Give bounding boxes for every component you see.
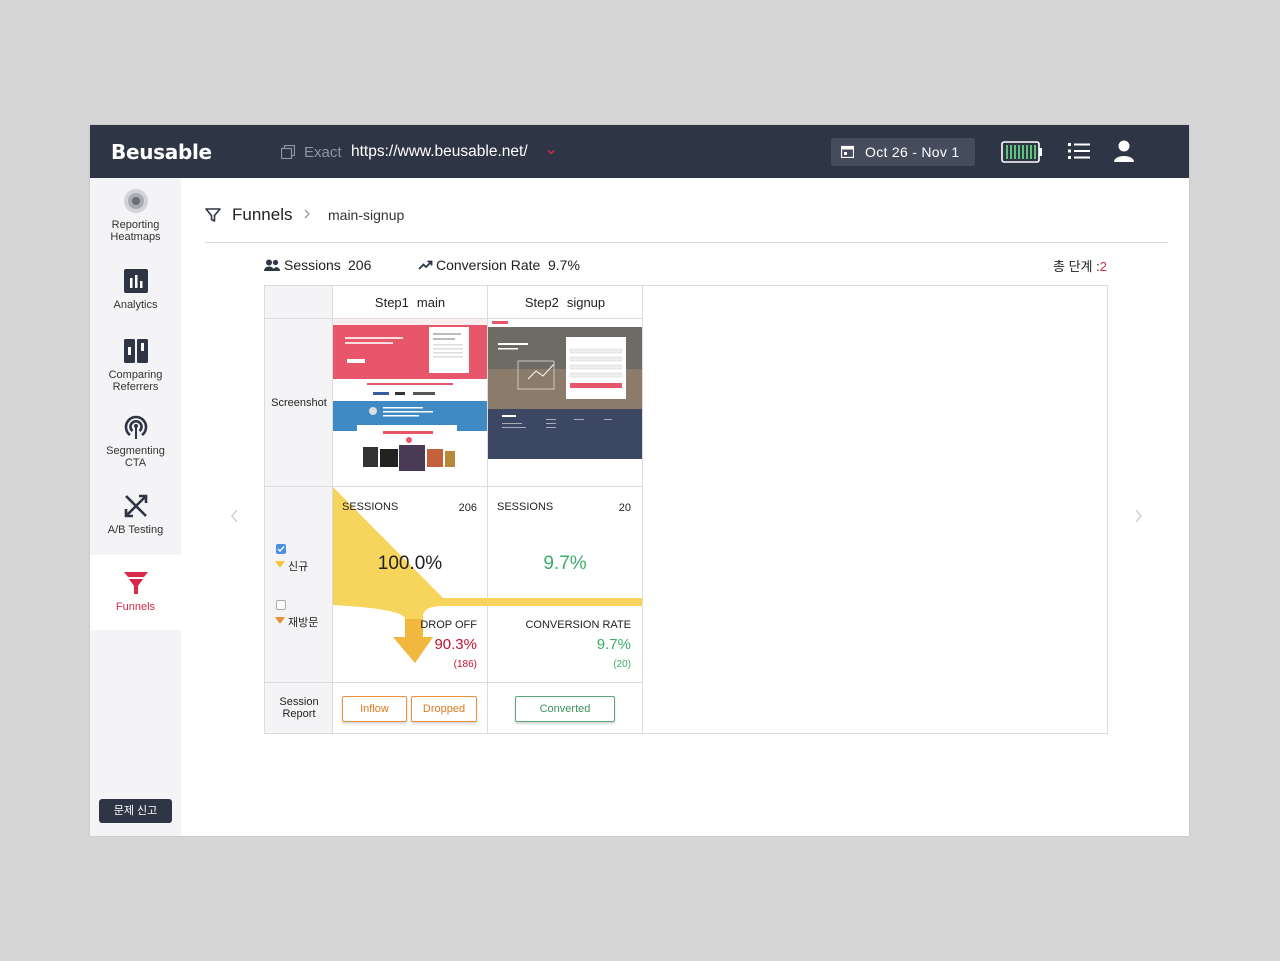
target-signal-icon [124,415,147,439]
date-range-picker[interactable]: Oct 26 - Nov 1 [831,138,975,166]
split-arrows-icon [124,494,147,518]
trending-up-icon [418,260,433,270]
sidebar-item-analytics[interactable]: Analytics [90,268,181,311]
app-window: Beusable Exact https://www.beusable.net/… [90,125,1189,836]
sidebar-item-ab-testing[interactable]: A/B Testing [90,493,181,536]
list-menu-icon[interactable] [1068,141,1090,161]
compare-icon [123,339,148,363]
step-number: Step1 [374,295,409,310]
sidebar-item-label: Analytics [113,299,158,311]
sidebar-item-label: Segmenting [106,445,165,457]
drop-off-percent: 90.3% [434,636,477,653]
row-label-column [265,286,333,733]
funnel-table: Step1 main Step2 signup Screenshot Session… [264,285,1108,734]
returning-visitor-legend: 재방문 [288,617,319,629]
total-steps-label: 총 단계 : [1053,259,1100,274]
conversion-percent: 9.7% [596,636,631,653]
divider [642,286,643,733]
step2-screenshot[interactable] [488,319,642,486]
drop-off-count: (186) [453,659,477,670]
total-steps-value: 2 [1099,259,1107,274]
step-name: main [416,295,446,310]
filter-icon [205,208,221,222]
funnel-icon [123,572,148,594]
sidebar-item-reporting-heatmaps[interactable]: Reporting Heatmaps [90,188,181,243]
sidebar-item-label: Reporting [111,219,160,231]
step-header: Step1 main [333,295,487,310]
sessions-label: Sessions [284,257,341,273]
new-visitor-legend: 신규 [288,561,309,573]
step1-screenshot[interactable] [333,319,487,486]
url-match-mode[interactable]: Exact [304,144,342,161]
drop-off-label: DROP OFF [420,619,477,631]
funnel-name: main-signup [328,207,405,223]
conversion-count: (20) [613,659,631,670]
screenshot-row-label: Screenshot [271,397,327,409]
report-issue-button[interactable]: 문제 신고 [99,799,172,823]
top-bar: Beusable Exact https://www.beusable.net/… [90,125,1189,178]
step-header: Step2 signup [488,295,642,310]
session-report-label-line: Session [279,696,319,708]
sidebar-item-label: Comparing [108,369,163,381]
step-number: Step2 [524,295,559,310]
new-visitor-checkbox[interactable] [276,544,286,554]
chevron-right-icon[interactable] [1134,509,1142,523]
page-title[interactable]: Funnels [232,205,292,225]
step2-sessions-label: SESSIONS [497,501,554,513]
chevron-down-icon[interactable] [546,147,556,157]
sidebar-item-label: CTA [124,457,147,469]
user-icon[interactable] [1114,140,1134,162]
divider [205,242,1168,243]
signup-page-thumbnail [488,319,642,459]
step2-sessions-value: 20 [618,502,631,514]
conversion-rate-label: Conversion Rate [436,257,541,273]
battery-icon[interactable] [1001,141,1043,163]
chevron-left-icon[interactable] [231,509,239,523]
converted-button[interactable]: Converted [515,696,615,722]
inflow-button[interactable]: Inflow [342,696,407,722]
sidebar-item-label: Referrers [112,381,159,393]
sessions-value: 206 [348,257,372,273]
step1-percent: 100.0% [377,553,443,574]
session-report-label-line: Report [282,708,316,720]
sidebar-item-funnels[interactable]: Funnels [90,555,181,630]
returning-visitor-marker-icon [275,617,285,624]
sidebar-item-segmenting-cta[interactable]: Segmenting CTA [90,414,181,469]
page-copy-icon[interactable] [281,145,295,159]
conversion-rate-value: 9.7% [548,257,580,273]
date-range-text: Oct 26 - Nov 1 [865,144,960,160]
total-steps: 총 단계 :2 [1053,256,1107,275]
sidebar-item-label: Funnels [115,601,156,613]
dropped-button[interactable]: Dropped [411,696,477,722]
main-page-thumbnail [333,319,487,486]
step1-sessions-label: SESSIONS [342,501,399,513]
step-name: signup [566,295,606,310]
step2-percent: 9.7% [543,553,587,574]
heatmap-icon [123,189,148,213]
session-report-label: Session Report [265,696,333,720]
calendar-icon [841,145,854,158]
new-visitor-marker-icon [275,561,285,568]
bar-chart-icon [123,269,148,293]
users-icon [264,259,280,271]
sidebar-item-label: Heatmaps [110,231,161,243]
sidebar: Reporting Heatmaps Analytics Comparing R… [90,178,181,836]
conversion-rate-label: CONVERSION RATE [525,619,631,631]
sidebar-item-label: A/B Testing [107,524,164,536]
logo[interactable]: Beusable [111,140,212,164]
check-icon [277,546,285,553]
sidebar-item-comparing-referrers[interactable]: Comparing Referrers [90,338,181,393]
chevron-right-icon [304,209,310,219]
step1-sessions-value: 206 [458,502,477,514]
url-selector[interactable]: https://www.beusable.net/ [351,143,528,161]
returning-visitor-checkbox[interactable] [276,600,286,610]
divider [265,682,642,683]
